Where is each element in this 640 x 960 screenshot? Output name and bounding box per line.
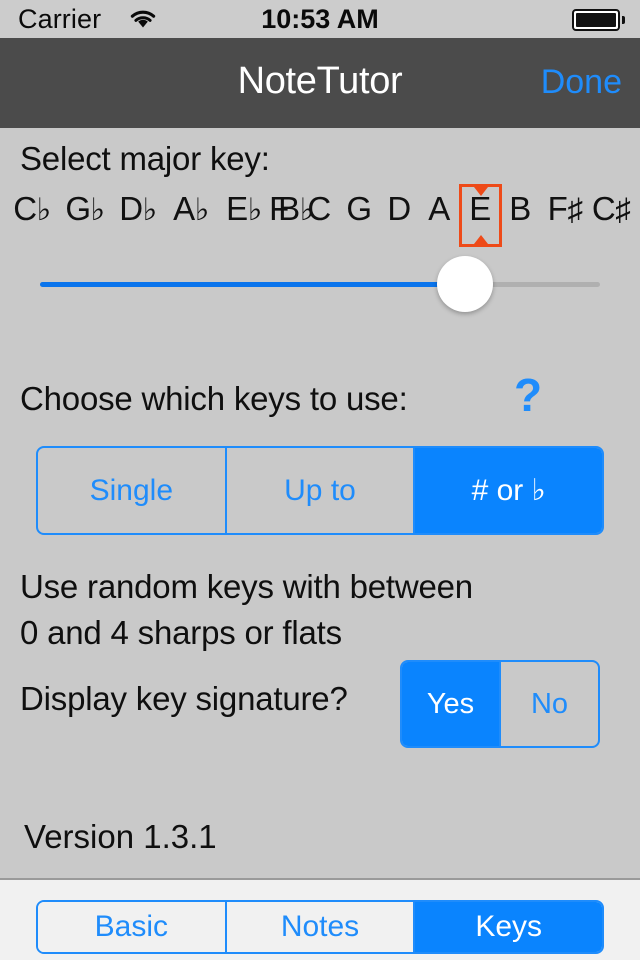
flat-icon: ♭ <box>36 192 52 227</box>
key-label-14[interactable]: C♯ <box>590 190 632 228</box>
key-letter: E <box>226 190 248 227</box>
display-signature-segmented-control[interactable]: Yes No <box>400 660 600 748</box>
battery-fill <box>576 13 616 27</box>
settings-content: Select major key: C♭ G♭ D♭ A♭ E♭ B♭ F C G D A E B F♯ C… <box>0 128 640 878</box>
flat-icon: ♭ <box>247 192 263 227</box>
tab-segmented-control[interactable]: Basic Notes Keys <box>36 900 604 954</box>
key-label-7[interactable]: C <box>306 190 333 228</box>
highlight-top-marker-icon <box>473 187 488 196</box>
key-letter: A <box>173 190 195 227</box>
slider-track-fill <box>40 282 465 287</box>
flat-icon: ♭ <box>194 192 210 227</box>
key-label-6[interactable]: F <box>267 190 291 228</box>
segment-no[interactable]: No <box>501 662 598 746</box>
key-letter: A <box>428 190 450 227</box>
battery-icon <box>572 9 620 31</box>
tab-keys[interactable]: Keys <box>415 902 602 952</box>
flat-icon: ♭ <box>90 192 106 227</box>
flat-icon: ♭ <box>142 192 158 227</box>
key-letter: C <box>591 190 616 227</box>
segment-yes[interactable]: Yes <box>402 662 501 746</box>
description-line-2: 0 and 4 sharps or flats <box>20 614 342 651</box>
tab-notes[interactable]: Notes <box>226 902 416 952</box>
bottom-tab-bar: Basic Notes Keys <box>0 878 640 960</box>
key-label-1[interactable]: G♭ <box>64 190 107 228</box>
status-time: 10:53 AM <box>261 4 379 34</box>
slider-thumb[interactable] <box>437 256 493 312</box>
key-letter: G <box>346 190 372 227</box>
segment-single[interactable]: Single <box>38 448 227 533</box>
key-letter: F <box>547 190 568 227</box>
battery-nub <box>622 16 625 24</box>
key-label-12[interactable]: B <box>507 190 533 228</box>
segment-up-to[interactable]: Up to <box>227 448 416 533</box>
highlight-bottom-marker-icon <box>473 235 488 244</box>
display-key-signature-label: Display key signature? <box>20 680 348 717</box>
key-label-2[interactable]: D♭ <box>118 190 159 228</box>
key-label-3[interactable]: A♭ <box>171 190 211 228</box>
key-label-0[interactable]: C♭ <box>12 190 53 228</box>
description-line-1: Use random keys with between <box>20 568 473 605</box>
key-scale-row: C♭ G♭ D♭ A♭ E♭ B♭ F C G D A E B F♯ C♯ <box>0 190 640 240</box>
key-letter: C <box>13 190 37 227</box>
tab-basic[interactable]: Basic <box>38 902 227 952</box>
app-root: Carrier 10:53 AM NoteTutor Done Select m… <box>0 0 640 960</box>
sharp-icon: ♯ <box>615 192 631 227</box>
status-bar: Carrier 10:53 AM <box>0 0 640 38</box>
key-letter: D <box>119 190 143 227</box>
choose-keys-label: Choose which keys to use: <box>20 380 408 417</box>
selected-key-highlight <box>459 184 502 247</box>
key-letter: C <box>307 190 331 227</box>
segment-sharp-or-flat[interactable]: # or ♭ <box>415 448 602 533</box>
key-letter: G <box>65 190 91 227</box>
done-button[interactable]: Done <box>541 63 622 102</box>
key-label-8[interactable]: G <box>345 190 374 228</box>
version-label: Version 1.3.1 <box>24 818 217 855</box>
key-label-9[interactable]: D <box>386 190 413 228</box>
key-slider[interactable] <box>0 256 640 316</box>
navigation-bar: NoteTutor Done <box>0 38 640 128</box>
keys-mode-segmented-control[interactable]: Single Up to # or ♭ <box>36 446 604 535</box>
key-letter: F <box>269 190 289 227</box>
key-label-13[interactable]: F♯ <box>546 190 585 228</box>
key-label-4[interactable]: E♭ <box>224 190 264 228</box>
select-major-key-label: Select major key: <box>20 140 270 177</box>
key-letter: B <box>509 190 531 227</box>
key-label-10[interactable]: A <box>426 190 452 228</box>
key-letter: D <box>387 190 411 227</box>
help-question-icon[interactable]: ? <box>514 368 542 422</box>
sharp-icon: ♯ <box>567 192 583 227</box>
